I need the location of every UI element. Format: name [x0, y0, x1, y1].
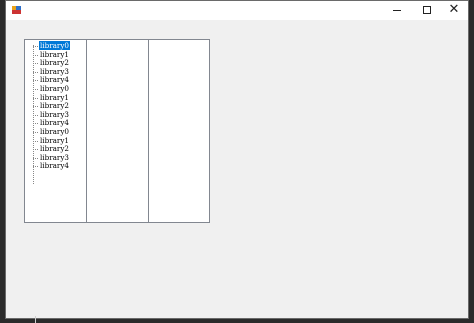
tree-branch-line: [33, 149, 38, 151]
tree-branch-line: [33, 88, 38, 90]
title-bar[interactable]: ✕: [6, 1, 468, 20]
tree-panel-1[interactable]: library0 library1 library2 library3 library4…: [24, 39, 87, 223]
library-tree[interactable]: library0 library1 library2 library3 library4…: [29, 41, 70, 171]
tree-panel-3[interactable]: [148, 39, 210, 223]
tree-item-label: library0: [40, 83, 69, 93]
tree-branch-line: [33, 46, 38, 47]
tree-branch-line: [33, 123, 38, 125]
tree-branch-line: [33, 54, 38, 56]
tree-branch-line: [33, 97, 38, 99]
tree-item-label: library0: [39, 41, 70, 50]
tree-branch-line: [33, 166, 38, 168]
minimize-button[interactable]: [382, 1, 412, 20]
tree-item-label: library4: [40, 161, 69, 171]
app-icon[interactable]: [12, 6, 21, 14]
close-icon: ✕: [448, 2, 460, 17]
main-window: ✕ library0 library1 library2 library3 librar…: [5, 0, 469, 319]
tree-item-label: library2: [40, 101, 69, 111]
taskbar-edge-mark: [35, 316, 36, 323]
tree-branch-line: [33, 63, 38, 65]
maximize-button[interactable]: [412, 1, 442, 20]
tree-item-label: library4: [40, 118, 69, 128]
tree-branch-line: [33, 80, 38, 82]
minimize-icon: [393, 10, 401, 11]
tree-item-label: library2: [40, 58, 69, 68]
tree-branch-line: [33, 140, 38, 142]
tree-branch-line: [33, 157, 38, 159]
tree-branch-line: [33, 114, 38, 116]
tree-branch-line: [33, 131, 38, 133]
tree-branch-line: [33, 106, 38, 108]
tree-branch-line: [33, 71, 38, 73]
tree-item-label: library2: [40, 144, 69, 154]
tree-panel-2[interactable]: [86, 39, 149, 223]
maximize-icon: [423, 6, 431, 14]
tree-item-label: library0: [40, 126, 69, 136]
tree-item-library4[interactable]: library4: [29, 162, 70, 171]
close-button[interactable]: ✕: [439, 1, 469, 20]
